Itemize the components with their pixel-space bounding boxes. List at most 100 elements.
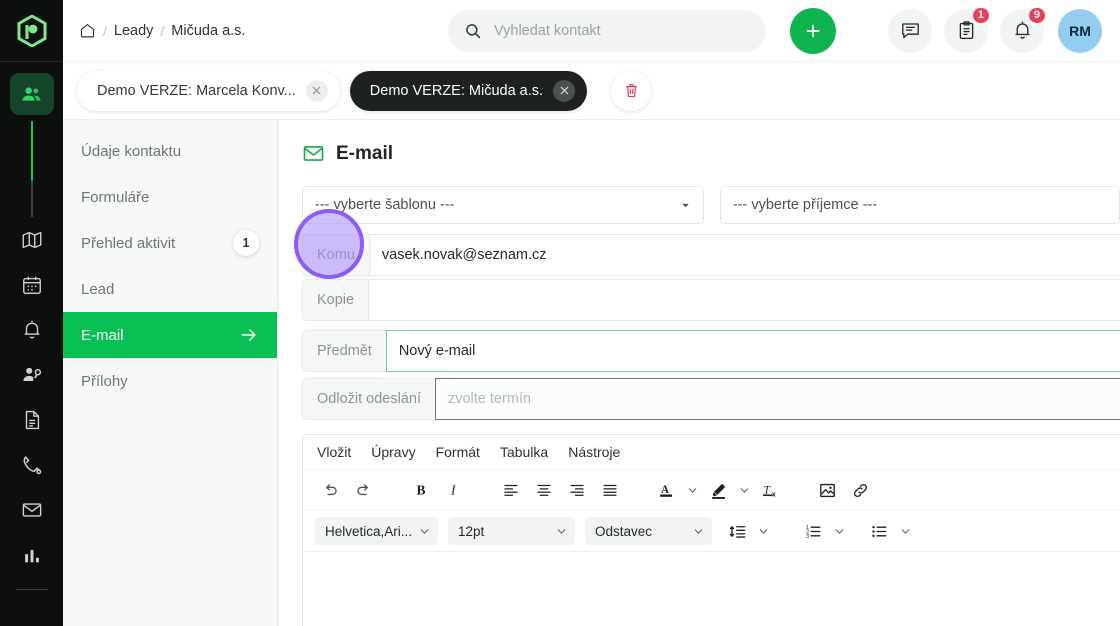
plus-icon: [806, 24, 820, 37]
field-label-kopie: Kopie: [302, 279, 369, 321]
clipboard-icon: [959, 21, 973, 40]
breadcrumb-separator-2: /: [160, 22, 165, 39]
sidebar-item-udaje-kontaktu[interactable]: Údaje kontaktu: [63, 128, 277, 174]
align-justify-icon[interactable]: [594, 475, 625, 505]
rail-progress-line: [30, 121, 33, 217]
delete-button[interactable]: [611, 70, 652, 111]
notification-button[interactable]: 9: [1000, 5, 1047, 53]
bar-chart-icon: [24, 549, 39, 563]
image-icon[interactable]: [812, 475, 843, 505]
top-icon-group: 1 9 RM: [888, 5, 1102, 53]
chevron-down-icon: [693, 526, 704, 537]
menu-upravy[interactable]: Úpravy: [371, 444, 415, 460]
font-family-select[interactable]: Helvetica,Ari...: [315, 517, 438, 545]
page-body: Údaje kontaktu Formuláře Přehled aktivit…: [63, 120, 1120, 626]
rail-item-users[interactable]: [10, 354, 54, 396]
menu-nastroje[interactable]: Nástroje: [568, 444, 620, 460]
italic-icon[interactable]: I: [438, 475, 469, 505]
home-icon[interactable]: [79, 22, 96, 39]
chevron-down-icon[interactable]: [897, 526, 914, 537]
nav-label: Údaje kontaktu: [81, 142, 182, 160]
rail-item-documents[interactable]: [10, 399, 54, 441]
tab-chip-marcela[interactable]: Demo VERZE: Marcela Konv...: [77, 70, 340, 111]
main-content: E-mail --- vyberte šablonu --- --- vyber…: [278, 120, 1120, 626]
align-right-icon[interactable]: [561, 475, 592, 505]
rail-divider: [15, 589, 48, 590]
people-icon: [22, 86, 41, 101]
font-family-value: Helvetica,Ari...: [325, 523, 413, 539]
breadcrumb: / Leady / Mičuda a.s.: [79, 22, 245, 39]
page-title: E-mail: [302, 142, 1120, 165]
svg-text:3: 3: [806, 533, 809, 539]
paragraph-style-select[interactable]: Odstavec: [585, 517, 712, 545]
phone-icon: [23, 456, 41, 475]
chevron-down-icon: [419, 526, 430, 537]
clipboard-button[interactable]: 1: [944, 5, 991, 53]
link-icon[interactable]: [845, 475, 876, 505]
kopie-input[interactable]: [368, 279, 1120, 321]
predmet-input[interactable]: [385, 330, 1120, 372]
chevron-down-icon[interactable]: [736, 485, 753, 496]
sidebar-item-formulare[interactable]: Formuláře: [63, 174, 277, 220]
close-icon[interactable]: [305, 79, 328, 102]
menu-format[interactable]: Formát: [436, 444, 480, 460]
search-icon: [464, 22, 482, 40]
reenio-logo[interactable]: [0, 0, 63, 62]
chevron-down-icon[interactable]: [755, 526, 772, 537]
tab-chip-micuda[interactable]: Demo VERZE: Mičuda a.s.: [349, 70, 588, 111]
rail-item-calendar[interactable]: [10, 264, 54, 306]
rail-item-contacts[interactable]: [9, 73, 54, 115]
nav-label: Lead: [81, 280, 115, 298]
add-button[interactable]: [790, 7, 836, 54]
field-row-odlozit-odeslani: Odložit odeslání: [302, 378, 1120, 420]
breadcrumb-separator: /: [103, 22, 107, 39]
bullet-list-icon[interactable]: [864, 516, 895, 546]
close-icon[interactable]: [553, 79, 576, 102]
search-box[interactable]: [448, 9, 766, 52]
clear-format-icon[interactable]: T x: [755, 475, 786, 505]
redo-icon[interactable]: [348, 475, 379, 505]
menu-tabulka[interactable]: Tabulka: [500, 444, 548, 460]
font-size-select[interactable]: 12pt: [448, 517, 575, 545]
notification-badge: 9: [1026, 5, 1047, 25]
tab-chip-label: Demo VERZE: Marcela Konv...: [97, 82, 296, 99]
calendar-icon: [22, 276, 41, 294]
sidebar-item-email[interactable]: E-mail: [63, 312, 277, 358]
rail-item-notifications[interactable]: [10, 309, 54, 351]
rail-item-calls[interactable]: [10, 444, 54, 486]
komu-input[interactable]: [368, 234, 1120, 276]
editor-body[interactable]: [303, 551, 1120, 626]
rail-item-reports[interactable]: [10, 534, 54, 576]
trash-icon: [625, 84, 637, 98]
template-select[interactable]: --- vyberte šablonu ---: [302, 186, 704, 224]
chevron-down-icon[interactable]: [831, 526, 848, 537]
avatar[interactable]: RM: [1058, 8, 1102, 53]
search-input[interactable]: [494, 22, 750, 39]
sidebar-item-prilohy[interactable]: Přílohy: [63, 358, 277, 404]
ordered-list-icon[interactable]: 1 2 3: [798, 516, 829, 546]
rail-item-mail[interactable]: [10, 489, 54, 531]
tab-chip-bar: Demo VERZE: Marcela Konv... Demo VERZE: …: [63, 62, 1120, 120]
svg-text:x: x: [772, 490, 776, 498]
breadcrumb-item-leady[interactable]: Leady: [114, 23, 154, 39]
undo-icon[interactable]: [315, 475, 346, 505]
align-center-icon[interactable]: [528, 475, 559, 505]
chevron-down-icon[interactable]: [684, 485, 701, 496]
highlight-color-icon[interactable]: [703, 475, 734, 505]
chat-button[interactable]: [888, 8, 932, 53]
sidebar-item-lead[interactable]: Lead: [63, 266, 277, 312]
breadcrumb-item-current[interactable]: Mičuda a.s.: [171, 23, 245, 39]
text-color-icon[interactable]: A: [651, 475, 682, 505]
nav-label: E-mail: [81, 326, 124, 344]
sidebar-item-prehled-aktivit[interactable]: Přehled aktivit 1: [63, 220, 277, 266]
rail-item-map[interactable]: [10, 219, 54, 261]
odlozit-odeslani-input[interactable]: [434, 378, 1120, 420]
rail-items: [9, 62, 54, 590]
menu-vlozit[interactable]: Vložit: [317, 444, 351, 460]
rich-text-editor: Vložit Úpravy Formát Tabulka Nástroje B …: [302, 434, 1120, 626]
recipient-select[interactable]: --- vyberte příjemce ---: [719, 186, 1120, 224]
field-row-kopie: Kopie: [302, 279, 1120, 321]
bold-icon[interactable]: B: [405, 475, 436, 505]
align-left-icon[interactable]: [495, 475, 526, 505]
line-height-icon[interactable]: [722, 516, 753, 546]
